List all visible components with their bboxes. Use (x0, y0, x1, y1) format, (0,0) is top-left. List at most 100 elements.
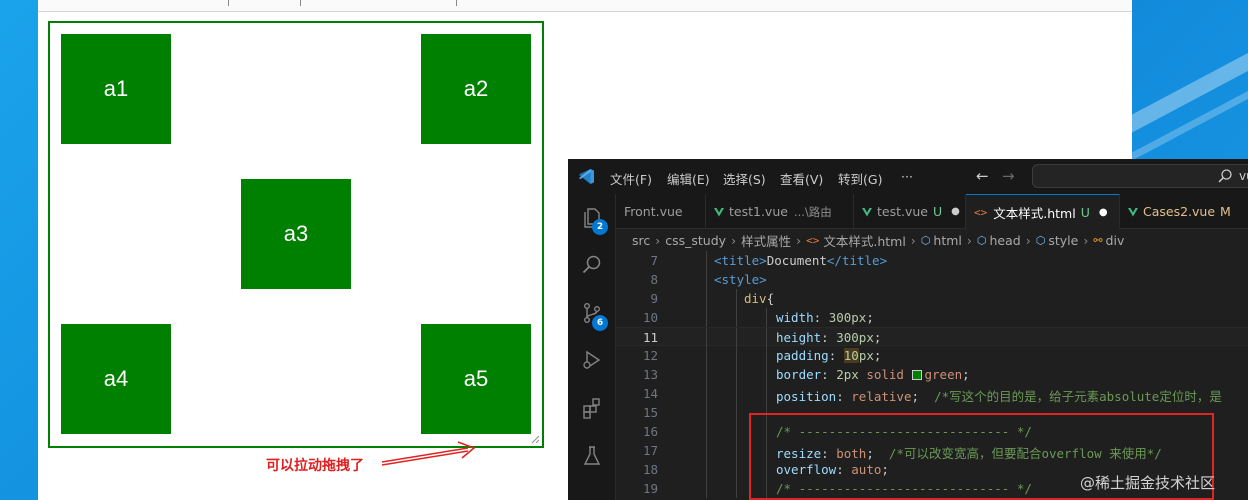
brace: { (766, 291, 775, 306)
tag-text: Document (766, 253, 827, 268)
command-center-text: vu (1239, 169, 1248, 183)
tab-front-vue[interactable]: Front.vue (616, 194, 706, 229)
code-line: 9 div{ (616, 289, 1248, 308)
command-center-search[interactable]: vu (1032, 164, 1248, 188)
css-property: padding (776, 348, 829, 363)
breadcrumb-item[interactable]: css_study (665, 233, 726, 248)
editor-tabs: Front.vue test1.vue ...\路由 test.vue U ● … (616, 194, 1248, 229)
untracked-status: U (933, 204, 943, 219)
annotation-label: 可以拉动拖拽了 (266, 458, 364, 474)
css-property: width (776, 310, 814, 325)
chevron-right-icon: › (1083, 232, 1089, 248)
element-cube-icon: ⬡ (976, 233, 987, 247)
css-value: 300px (836, 330, 874, 345)
code-line: 13 border: 2px solid green; (616, 365, 1248, 384)
breadcrumb-item[interactable]: html (933, 233, 961, 248)
tab-test-vue[interactable]: test.vue U ● (854, 194, 966, 229)
vscode-logo-icon (579, 169, 594, 184)
menu-file[interactable]: 文件(F) (610, 169, 652, 188)
resize-grip-icon[interactable] (530, 434, 540, 444)
extensions-icon[interactable] (580, 396, 604, 420)
css-value-highlighted: 10 (843, 348, 859, 363)
menu-selection[interactable]: 选择(S) (723, 169, 766, 188)
code-line: 14 position: relative; /*写这个的目的是，给子元素abs… (616, 384, 1248, 404)
breadcrumb-item[interactable]: head (990, 233, 1021, 248)
css-property: border (776, 367, 822, 382)
chevron-right-icon: › (796, 232, 802, 248)
tab-text-style-html[interactable]: <> 文本样式.html U ● (966, 194, 1120, 229)
menu-edit[interactable]: 编辑(E) (667, 169, 710, 188)
line-number: 19 (642, 481, 658, 496)
css-value: solid (866, 367, 904, 382)
breadcrumb-item[interactable]: 样式属性 (741, 231, 791, 250)
line-number: 17 (642, 443, 658, 458)
element-cube-icon: ⬡ (1035, 233, 1046, 247)
box-a1: a1 (61, 34, 171, 144)
line-number: 8 (650, 272, 658, 287)
tag-open: <title> (714, 253, 767, 268)
breadcrumb-item[interactable]: div (1106, 233, 1125, 248)
unsaved-dot-icon[interactable]: ● (951, 206, 960, 217)
css-rule-icon: ⚯ (1093, 233, 1103, 247)
chevron-right-icon: › (966, 232, 972, 248)
menu-go[interactable]: 转到(G) (838, 169, 882, 188)
css-value: green (924, 367, 963, 382)
run-debug-icon[interactable] (580, 348, 604, 372)
tab-label: test.vue (877, 204, 928, 219)
resizable-container[interactable]: a1 a2 a3 a4 a5 (48, 21, 544, 448)
css-value: 2px (836, 367, 859, 382)
breadcrumb-item[interactable]: style (1048, 233, 1078, 248)
untracked-status: U (1080, 204, 1090, 220)
breadcrumb-item[interactable]: src (632, 233, 650, 248)
menu-more[interactable]: ··· (901, 169, 913, 184)
vue-file-icon (714, 207, 724, 216)
title-bar: 文件(F) 编辑(E) 选择(S) 查看(V) 转到(G) ··· ← → vu (568, 159, 1248, 194)
html-file-icon: <> (974, 205, 988, 219)
chevron-right-icon: › (655, 232, 661, 248)
search-icon (1218, 169, 1232, 183)
line-number: 13 (642, 367, 658, 382)
chevron-right-icon: › (1025, 232, 1031, 248)
back-arrow-icon[interactable]: ← (976, 167, 989, 185)
line-number: 16 (642, 424, 658, 439)
box-a4: a4 (61, 324, 171, 434)
forward-arrow-icon[interactable]: → (1002, 167, 1015, 185)
line-number: 9 (650, 291, 658, 306)
tab-cases2-vue[interactable]: Cases2.vue M (1120, 194, 1248, 229)
css-value-unit: px (858, 348, 874, 363)
box-a3: a3 (241, 179, 351, 289)
modified-status: M (1220, 204, 1231, 219)
vue-file-icon (862, 207, 872, 216)
element-cube-icon: ⬡ (920, 233, 931, 247)
browser-toolbar-edge (38, 0, 1132, 12)
menu-view[interactable]: 查看(V) (780, 169, 823, 188)
chevron-right-icon: › (731, 232, 737, 248)
chevron-right-icon: › (910, 232, 916, 248)
css-value: relative (851, 389, 912, 404)
testing-flask-icon[interactable] (580, 444, 604, 468)
toolbar-fragment (300, 0, 310, 6)
toolbar-fragment (228, 0, 238, 6)
color-swatch-icon[interactable] (911, 370, 922, 380)
unsaved-dot-icon[interactable]: ● (1099, 207, 1108, 218)
breadcrumb: src › css_study › 样式属性 › <> 文本样式.html › … (616, 229, 1248, 251)
code-line: 7 <title>Document</title> (616, 251, 1248, 270)
css-value: 300px (828, 310, 867, 325)
html-file-icon: <> (806, 233, 820, 247)
tab-label: Front.vue (624, 204, 683, 219)
line-number: 15 (642, 405, 658, 420)
breadcrumb-item[interactable]: 文本样式.html (823, 231, 905, 250)
tab-label: Cases2.vue (1143, 204, 1216, 219)
line-number: 14 (642, 386, 658, 401)
watermark: @稀土掘金技术社区 (1080, 474, 1216, 492)
line-number: 7 (650, 253, 658, 268)
style-tag: <style> (714, 272, 767, 287)
annotation-arrow-icon (381, 441, 476, 466)
box-a5: a5 (421, 324, 531, 434)
search-icon[interactable] (580, 253, 604, 277)
box-a2: a2 (421, 34, 531, 144)
tab-test1-vue[interactable]: test1.vue ...\路由 (706, 194, 854, 229)
activity-bar: 2 6 (568, 194, 616, 500)
css-comment: /*写这个的目的是，给子元素absolute定位时，是 (934, 389, 1222, 404)
vue-file-icon (1128, 207, 1138, 216)
